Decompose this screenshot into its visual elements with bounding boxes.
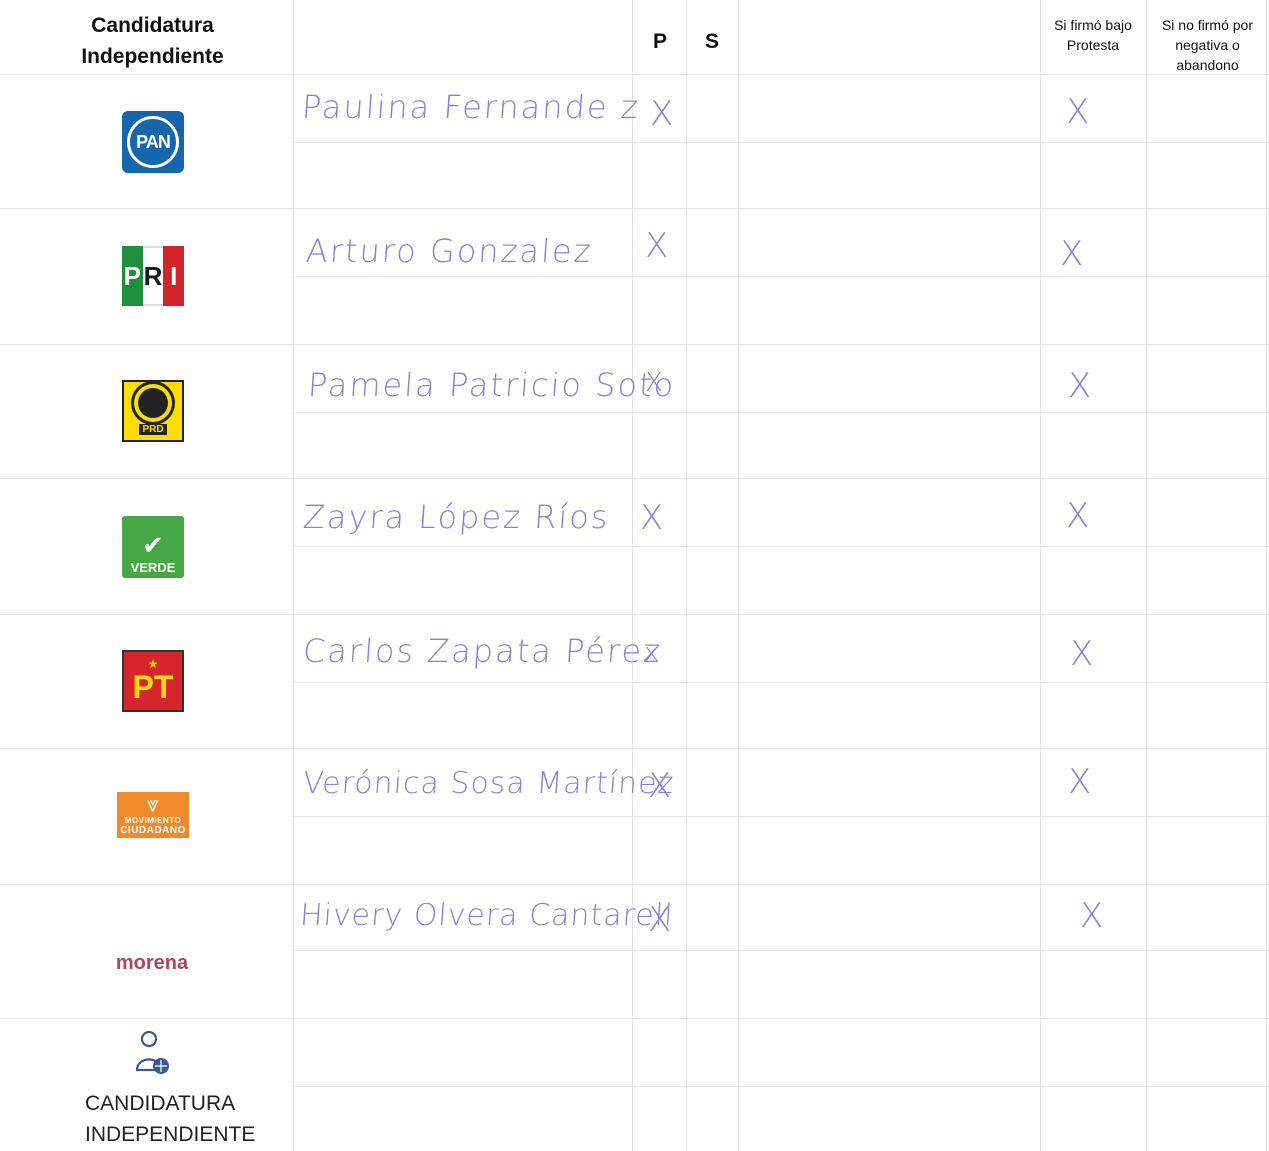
pt-logo-text: PT	[132, 669, 174, 705]
grid-hline	[0, 748, 1269, 749]
pri-logo-r: R	[142, 246, 164, 306]
grid-vline	[686, 0, 687, 1151]
grid-hline	[293, 682, 1269, 683]
sun-icon	[138, 387, 168, 418]
verde-logo: ✔ VERDE	[122, 516, 184, 578]
mc-logo-text-1: MOVIMIENTO	[124, 816, 182, 825]
p-mark: X	[645, 368, 665, 398]
not-signed-column-header: Si no firmó por negativa o abandono	[1161, 17, 1254, 73]
movimiento-ciudadano-logo: ⩔ MOVIMIENTO CIUDADANO	[117, 792, 189, 838]
pt-logo: ★ PT	[122, 650, 184, 712]
mc-logo-text-2: CIUDADANO	[120, 825, 186, 836]
verde-logo-text: VERDE	[130, 560, 176, 575]
p-mark: X	[648, 766, 674, 806]
pri-logo-p: P	[122, 246, 143, 306]
signed-mark: X	[1068, 762, 1094, 802]
candidate-name: Verónica Sosa Martínez	[301, 766, 676, 801]
signed-mark: X	[1066, 92, 1092, 132]
grid-hline	[293, 1086, 1269, 1087]
grid-hline	[293, 546, 1269, 547]
signed-mark: X	[1066, 496, 1092, 536]
grid-hline	[293, 412, 1269, 413]
candidate-name: Carlos Zapata Pérez	[301, 632, 664, 670]
candidate-name: Arturo Gonzalez	[304, 232, 594, 270]
pan-logo: PAN	[122, 111, 184, 173]
prd-logo-text: PRD	[139, 423, 167, 435]
grid-vline	[738, 0, 739, 1151]
grid-vline	[1146, 0, 1147, 1151]
signed-mark: X	[1068, 366, 1094, 406]
column-title: Candidatura Independiente	[81, 14, 224, 68]
p-mark: X	[648, 900, 674, 940]
grid-vline	[1040, 0, 1041, 1151]
p-column-header: P	[652, 30, 667, 53]
pri-logo-i: I	[163, 246, 185, 306]
p-mark: X	[640, 498, 666, 538]
candidate-name: Zayra López Ríos	[301, 498, 611, 536]
candidate-name: Hivery Olvera Cantarell	[298, 898, 675, 933]
person-icon	[135, 1030, 169, 1074]
eagle-icon: ⩔	[146, 791, 160, 816]
p-mark: x	[644, 638, 662, 668]
grid-hline	[0, 614, 1269, 615]
morena-logo: morena	[115, 952, 189, 974]
independent-candidacy-label: CANDIDATURA INDEPENDIENTE	[85, 1092, 256, 1146]
prd-logo: PRD	[122, 380, 184, 442]
signed-mark: X	[1060, 234, 1086, 274]
p-mark: X	[650, 94, 676, 134]
grid-vline	[1266, 0, 1267, 1151]
signed-column-header: Si firmó bajo Protesta	[1054, 17, 1132, 53]
grid-hline	[0, 344, 1269, 345]
grid-hline	[293, 276, 1269, 277]
grid-hline	[0, 74, 1269, 75]
signed-mark: X	[1080, 896, 1106, 936]
grid-vline	[293, 0, 294, 1151]
grid-vline	[632, 0, 633, 1151]
pan-logo-text: PAN	[127, 116, 179, 168]
grid-hline	[0, 1018, 1269, 1019]
grid-hline	[293, 816, 1269, 817]
pri-logo: P R I	[122, 246, 185, 306]
grid-hline	[0, 884, 1269, 885]
signed-mark: X	[1070, 634, 1096, 674]
p-mark: X	[645, 226, 671, 266]
grid-hline	[293, 142, 1269, 143]
grid-hline	[0, 208, 1269, 209]
grid-hline	[0, 478, 1269, 479]
grid-hline	[293, 950, 1269, 951]
s-column-header: S	[704, 30, 719, 53]
candidate-name: Pamela Patricio Soto	[306, 366, 677, 404]
toucan-icon: ✔	[142, 530, 164, 560]
candidate-name: Paulina Fernande z	[300, 88, 642, 126]
